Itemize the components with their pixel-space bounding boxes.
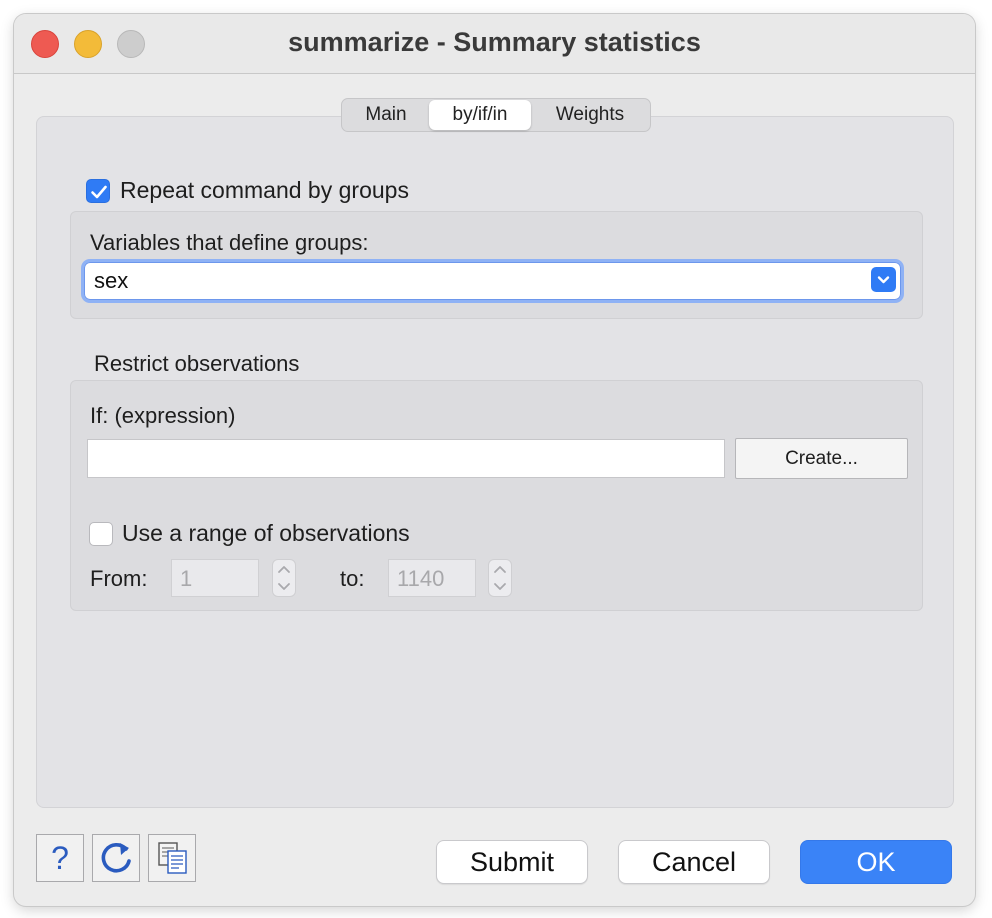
svg-text:?: ?: [51, 840, 69, 876]
help-button[interactable]: ?: [36, 834, 84, 882]
use-range-checkbox[interactable]: [89, 522, 113, 546]
submit-button[interactable]: Submit: [436, 840, 588, 884]
tab-weights[interactable]: Weights: [531, 100, 649, 130]
tab-bar: Main by/if/in Weights: [341, 98, 651, 132]
dialog-window: summarize - Summary statistics Main by/i…: [14, 14, 975, 906]
to-stepper[interactable]: [488, 559, 512, 597]
repeat-by-groups-label[interactable]: Repeat command by groups: [120, 177, 409, 204]
groups-label: Variables that define groups:: [90, 230, 369, 255]
chevron-down-icon[interactable]: [871, 267, 896, 292]
ok-button[interactable]: OK: [800, 840, 952, 884]
from-label: From:: [90, 566, 148, 591]
restrict-observations-heading: Restrict observations: [94, 351, 300, 376]
if-expression-label: If: (expression): [90, 403, 236, 428]
copy-command-icon: [158, 842, 187, 874]
use-range-label[interactable]: Use a range of observations: [122, 520, 410, 547]
from-input[interactable]: 1: [171, 559, 259, 597]
stepper-arrows-icon: [278, 566, 290, 590]
to-input[interactable]: 1140: [388, 559, 476, 597]
if-expression-input[interactable]: [87, 439, 725, 478]
groups-combobox-value: sex: [94, 268, 129, 293]
from-stepper[interactable]: [272, 559, 296, 597]
create-expression-button[interactable]: Create...: [735, 438, 908, 479]
copy-command-button[interactable]: [148, 834, 196, 882]
reset-icon: [101, 843, 131, 873]
to-label: to:: [340, 566, 365, 591]
repeat-by-groups-checkbox[interactable]: [86, 179, 110, 203]
window-title: summarize - Summary statistics: [288, 27, 701, 57]
tab-by-if-in[interactable]: by/if/in: [429, 100, 531, 130]
checkmark-icon: [91, 185, 107, 199]
groups-combobox[interactable]: sex: [84, 262, 901, 300]
title-bar: summarize - Summary statistics: [14, 14, 975, 74]
cancel-button[interactable]: Cancel: [618, 840, 770, 884]
question-mark-icon: ?: [51, 840, 69, 876]
reset-button[interactable]: [92, 834, 140, 882]
stepper-arrows-icon: [494, 566, 506, 590]
tab-main[interactable]: Main: [343, 100, 429, 130]
